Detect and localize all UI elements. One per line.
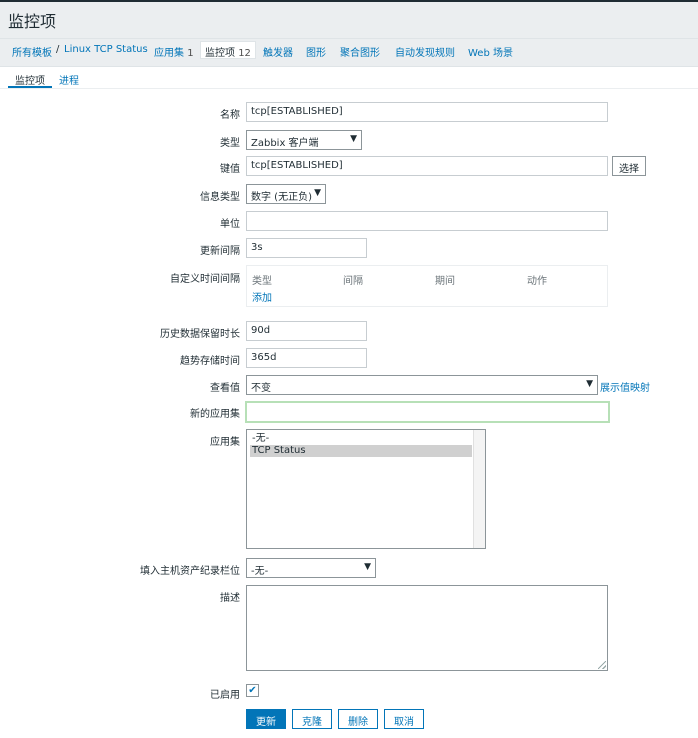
history-field[interactable]: 90d [246, 321, 367, 341]
type-select-value: Zabbix 客户端 [251, 138, 319, 149]
units-label: 单位 [220, 219, 240, 230]
history-label: 历史数据保留时长 [160, 329, 240, 340]
application-option-tcp-status[interactable]: TCP Status [250, 445, 472, 457]
breadcrumb-triggers[interactable]: 触发器 [263, 44, 293, 59]
breadcrumb-graphs[interactable]: 图形 [306, 44, 326, 59]
trends-label: 趋势存储时间 [180, 356, 240, 367]
type-label: 类型 [220, 138, 240, 149]
application-option-none[interactable]: -无- [250, 433, 472, 445]
inventory-select[interactable]: -无- ▼ [246, 558, 376, 578]
breadcrumb-discovery[interactable]: 自动发现规则 [395, 44, 455, 59]
add-interval-link[interactable]: 添加 [252, 289, 272, 304]
trends-field[interactable]: 365d [246, 348, 367, 368]
checkmark-icon: ✔ [248, 685, 257, 696]
show-value-mappings-link[interactable]: 展示值映射 [600, 379, 650, 394]
column-header-type: 类型 [252, 276, 272, 287]
custom-intervals-table: 类型 间隔 期间 动作 添加 [246, 265, 608, 307]
update-interval-label: 更新间隔 [200, 246, 240, 257]
breadcrumb-applications[interactable]: 应用集 1 [154, 44, 194, 59]
tab-item[interactable]: 监控项 [15, 72, 45, 87]
inventory-label: 填入主机资产纪录栏位 [140, 566, 240, 577]
breadcrumb-applications-count: 1 [187, 48, 194, 59]
active-tab-indicator [8, 86, 52, 88]
column-header-interval: 间隔 [343, 276, 363, 287]
show-value-select-value: 不变 [251, 383, 271, 394]
inventory-select-value: -无- [251, 566, 269, 577]
applications-listbox[interactable]: -无- TCP Status [246, 429, 486, 549]
key-field[interactable]: tcp[ESTABLISHED] [246, 156, 608, 176]
resize-grip-icon[interactable] [598, 661, 606, 669]
enabled-label: 已启用 [210, 690, 240, 701]
breadcrumb-items-label: 监控项 [205, 48, 235, 59]
update-button[interactable]: 更新 [246, 709, 286, 729]
description-field[interactable] [246, 585, 608, 671]
column-header-action: 动作 [527, 276, 547, 287]
page-title: 监控项 [8, 12, 57, 31]
key-label: 键值 [220, 164, 240, 175]
breadcrumb-web[interactable]: Web 场景 [468, 44, 513, 59]
top-accent-bar [0, 0, 698, 2]
info-type-select-value: 数字 (无正负) [251, 192, 312, 203]
info-type-label: 信息类型 [200, 192, 240, 203]
cancel-button[interactable]: 取消 [384, 709, 424, 729]
caret-down-icon: ▼ [364, 562, 371, 572]
tab-process[interactable]: 进程 [59, 72, 79, 87]
applications-label: 应用集 [210, 437, 240, 448]
tab-bar: 监控项 进程 [0, 67, 698, 89]
breadcrumb-applications-label: 应用集 [154, 48, 184, 59]
delete-button[interactable]: 删除 [338, 709, 378, 729]
breadcrumb-screens[interactable]: 聚合图形 [340, 44, 380, 59]
units-field[interactable] [246, 211, 608, 231]
breadcrumb: 所有模板 / Linux TCP Status 应用集 1 监控项 12 触发器… [0, 38, 698, 62]
caret-down-icon: ▼ [314, 188, 321, 198]
select-key-button[interactable]: 选择 [612, 156, 646, 176]
name-field[interactable]: tcp[ESTABLISHED] [246, 102, 608, 122]
breadcrumb-items-count: 12 [238, 48, 251, 59]
enabled-checkbox[interactable]: ✔ [246, 684, 259, 697]
show-value-label: 查看值 [210, 383, 240, 394]
custom-intervals-label: 自定义时间间隔 [170, 274, 240, 285]
new-application-field[interactable] [245, 401, 610, 423]
caret-down-icon: ▼ [350, 134, 357, 144]
type-select[interactable]: Zabbix 客户端 ▼ [246, 130, 362, 150]
listbox-scrollbar[interactable] [473, 430, 485, 548]
breadcrumb-all-templates[interactable]: 所有模板 [12, 44, 52, 59]
info-type-select[interactable]: 数字 (无正负) ▼ [246, 184, 326, 204]
clone-button[interactable]: 克隆 [292, 709, 332, 729]
show-value-select[interactable]: 不变 ▼ [246, 375, 598, 395]
description-label: 描述 [220, 593, 240, 604]
breadcrumb-separator: / [56, 44, 60, 55]
new-application-label: 新的应用集 [190, 409, 240, 420]
name-label: 名称 [220, 110, 240, 121]
breadcrumb-items[interactable]: 监控项 12 [200, 41, 256, 59]
breadcrumb-template[interactable]: Linux TCP Status [64, 44, 148, 55]
item-form-panel: 监控项 进程 名称 tcp[ESTABLISHED] 类型 Zabbix 客户端… [0, 66, 698, 738]
column-header-period: 期间 [435, 276, 455, 287]
caret-down-icon: ▼ [586, 379, 593, 389]
update-interval-field[interactable]: 3s [246, 238, 367, 258]
